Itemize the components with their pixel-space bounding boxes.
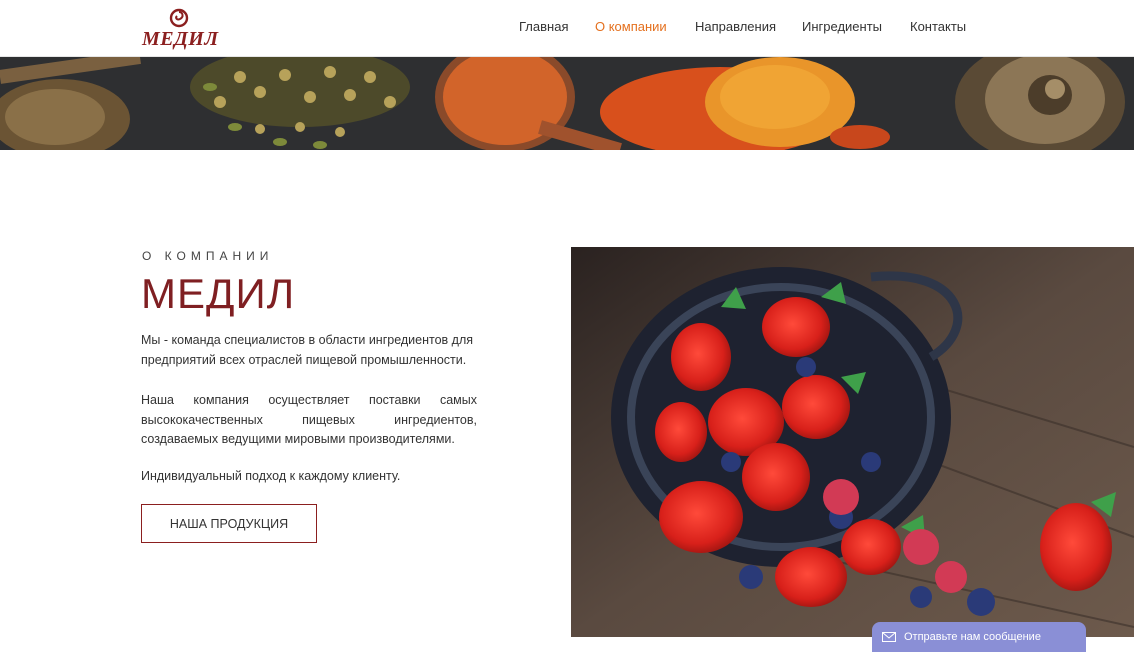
about-paragraph-3: Индивидуальный подход к каждому клиенту.	[141, 469, 401, 483]
nav-item-about[interactable]: О компании	[595, 19, 667, 34]
our-products-button[interactable]: НАША ПРОДУКЦИЯ	[141, 504, 317, 543]
nav-item-ingredients[interactable]: Ингредиенты	[802, 19, 882, 34]
about-paragraph-1: Мы - команда специалистов в области ингр…	[141, 333, 474, 367]
site-header: МЕДИЛ Главная О компании Направления Инг…	[0, 0, 1134, 57]
berries-basket-image	[571, 247, 1134, 637]
envelope-icon	[882, 632, 896, 642]
about-paragraph-2: Наша компания осуществляет поставки самы…	[141, 393, 477, 446]
chat-widget-label: Отправьте нам сообщение	[904, 631, 1041, 643]
spices-banner-image	[0, 57, 1134, 150]
page-title: МЕДИЛ	[141, 270, 296, 317]
main-nav: Главная О компании Направления Ингредиен…	[0, 19, 1134, 37]
chat-widget-button[interactable]: Отправьте нам сообщение	[872, 622, 1086, 652]
section-eyebrow: О КОМПАНИИ	[142, 249, 274, 263]
nav-item-contacts[interactable]: Контакты	[910, 19, 966, 34]
nav-item-home[interactable]: Главная	[519, 19, 568, 34]
nav-item-directions[interactable]: Направления	[695, 19, 776, 34]
